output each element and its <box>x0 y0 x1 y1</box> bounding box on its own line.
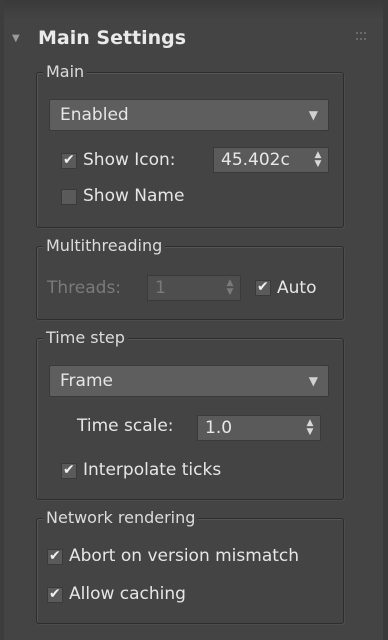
time-scale-label: Time scale: <box>77 416 174 436</box>
spin-down-glyph: ▼ <box>306 427 314 437</box>
threads-label: Threads: <box>47 278 122 298</box>
allow-caching-label: Allow caching <box>69 584 186 604</box>
multithreading-group-label: Multithreading <box>43 236 166 256</box>
time-scale-value: 1.0 <box>205 418 233 438</box>
triangle-down-icon[interactable]: ▼ <box>12 32 26 46</box>
spinner-arrows-icon[interactable]: ▲ ▼ <box>313 151 323 169</box>
allow-caching-checkbox[interactable]: ✔ <box>47 586 63 603</box>
time-scale-spinner[interactable]: 1.0 ▲ ▼ <box>197 415 321 441</box>
show-icon-size-value: 45.402c <box>221 150 290 170</box>
chevron-down-icon: ▼ <box>308 108 318 122</box>
check-icon: ✔ <box>63 152 75 168</box>
main-group: Main Enabled ▼ ✔ Show Icon: 45.402c ▲ ▼ … <box>36 62 344 228</box>
show-icon-size-spinner[interactable]: 45.402c ▲ ▼ <box>213 147 329 173</box>
spin-down-glyph: ▼ <box>314 159 322 169</box>
abort-on-mismatch-label: Abort on version mismatch <box>69 546 300 566</box>
threads-spinner[interactable]: 1 ▲ ▼ <box>147 275 241 301</box>
spin-down-glyph: ▼ <box>226 287 234 297</box>
threads-value: 1 <box>155 278 166 298</box>
auto-label: Auto <box>277 278 317 298</box>
show-icon-label: Show Icon: <box>83 150 176 170</box>
show-name-label: Show Name <box>83 186 185 206</box>
interpolate-ticks-label: Interpolate ticks <box>83 460 222 480</box>
multithreading-group: Multithreading Threads: 1 ▲ ▼ ✔ Auto <box>36 236 344 320</box>
show-icon-checkbox[interactable]: ✔ <box>61 152 77 169</box>
rollout-header[interactable]: ▼ Main Settings <box>4 24 382 58</box>
mode-dropdown[interactable]: Enabled ▼ <box>49 99 329 131</box>
time-step-group: Time step Frame ▼ Time scale: 1.0 ▲ ▼ ✔ … <box>36 328 344 500</box>
main-group-label: Main <box>43 62 88 82</box>
check-icon: ✔ <box>257 279 269 295</box>
check-icon: ✔ <box>49 586 61 602</box>
chevron-down-icon: ▼ <box>308 374 318 388</box>
main-settings-rollout: ▼ Main Settings Main Enabled ▼ ✔ Show Ic… <box>4 24 382 636</box>
top-strip <box>0 0 388 20</box>
settings-panel-frame: ▼ Main Settings Main Enabled ▼ ✔ Show Ic… <box>0 0 388 640</box>
interpolate-ticks-checkbox[interactable]: ✔ <box>61 462 77 479</box>
time-step-dropdown-value: Frame <box>60 371 113 391</box>
show-name-checkbox[interactable] <box>61 189 77 205</box>
rollout-title: Main Settings <box>38 27 187 49</box>
grip-dots-icon[interactable] <box>356 32 368 42</box>
spinner-arrows-icon[interactable]: ▲ ▼ <box>225 279 235 297</box>
abort-on-mismatch-checkbox[interactable]: ✔ <box>47 548 63 565</box>
check-icon: ✔ <box>63 462 75 478</box>
auto-checkbox[interactable]: ✔ <box>255 279 271 296</box>
network-rendering-group: Network rendering ✔ Abort on version mis… <box>36 508 344 624</box>
mode-dropdown-value: Enabled <box>60 105 129 125</box>
time-step-group-label: Time step <box>43 328 128 348</box>
scrollbar-track[interactable] <box>383 0 388 640</box>
network-rendering-group-label: Network rendering <box>43 508 199 528</box>
time-step-dropdown[interactable]: Frame ▼ <box>49 365 329 397</box>
spinner-arrows-icon[interactable]: ▲ ▼ <box>305 419 315 437</box>
check-icon: ✔ <box>49 548 61 564</box>
